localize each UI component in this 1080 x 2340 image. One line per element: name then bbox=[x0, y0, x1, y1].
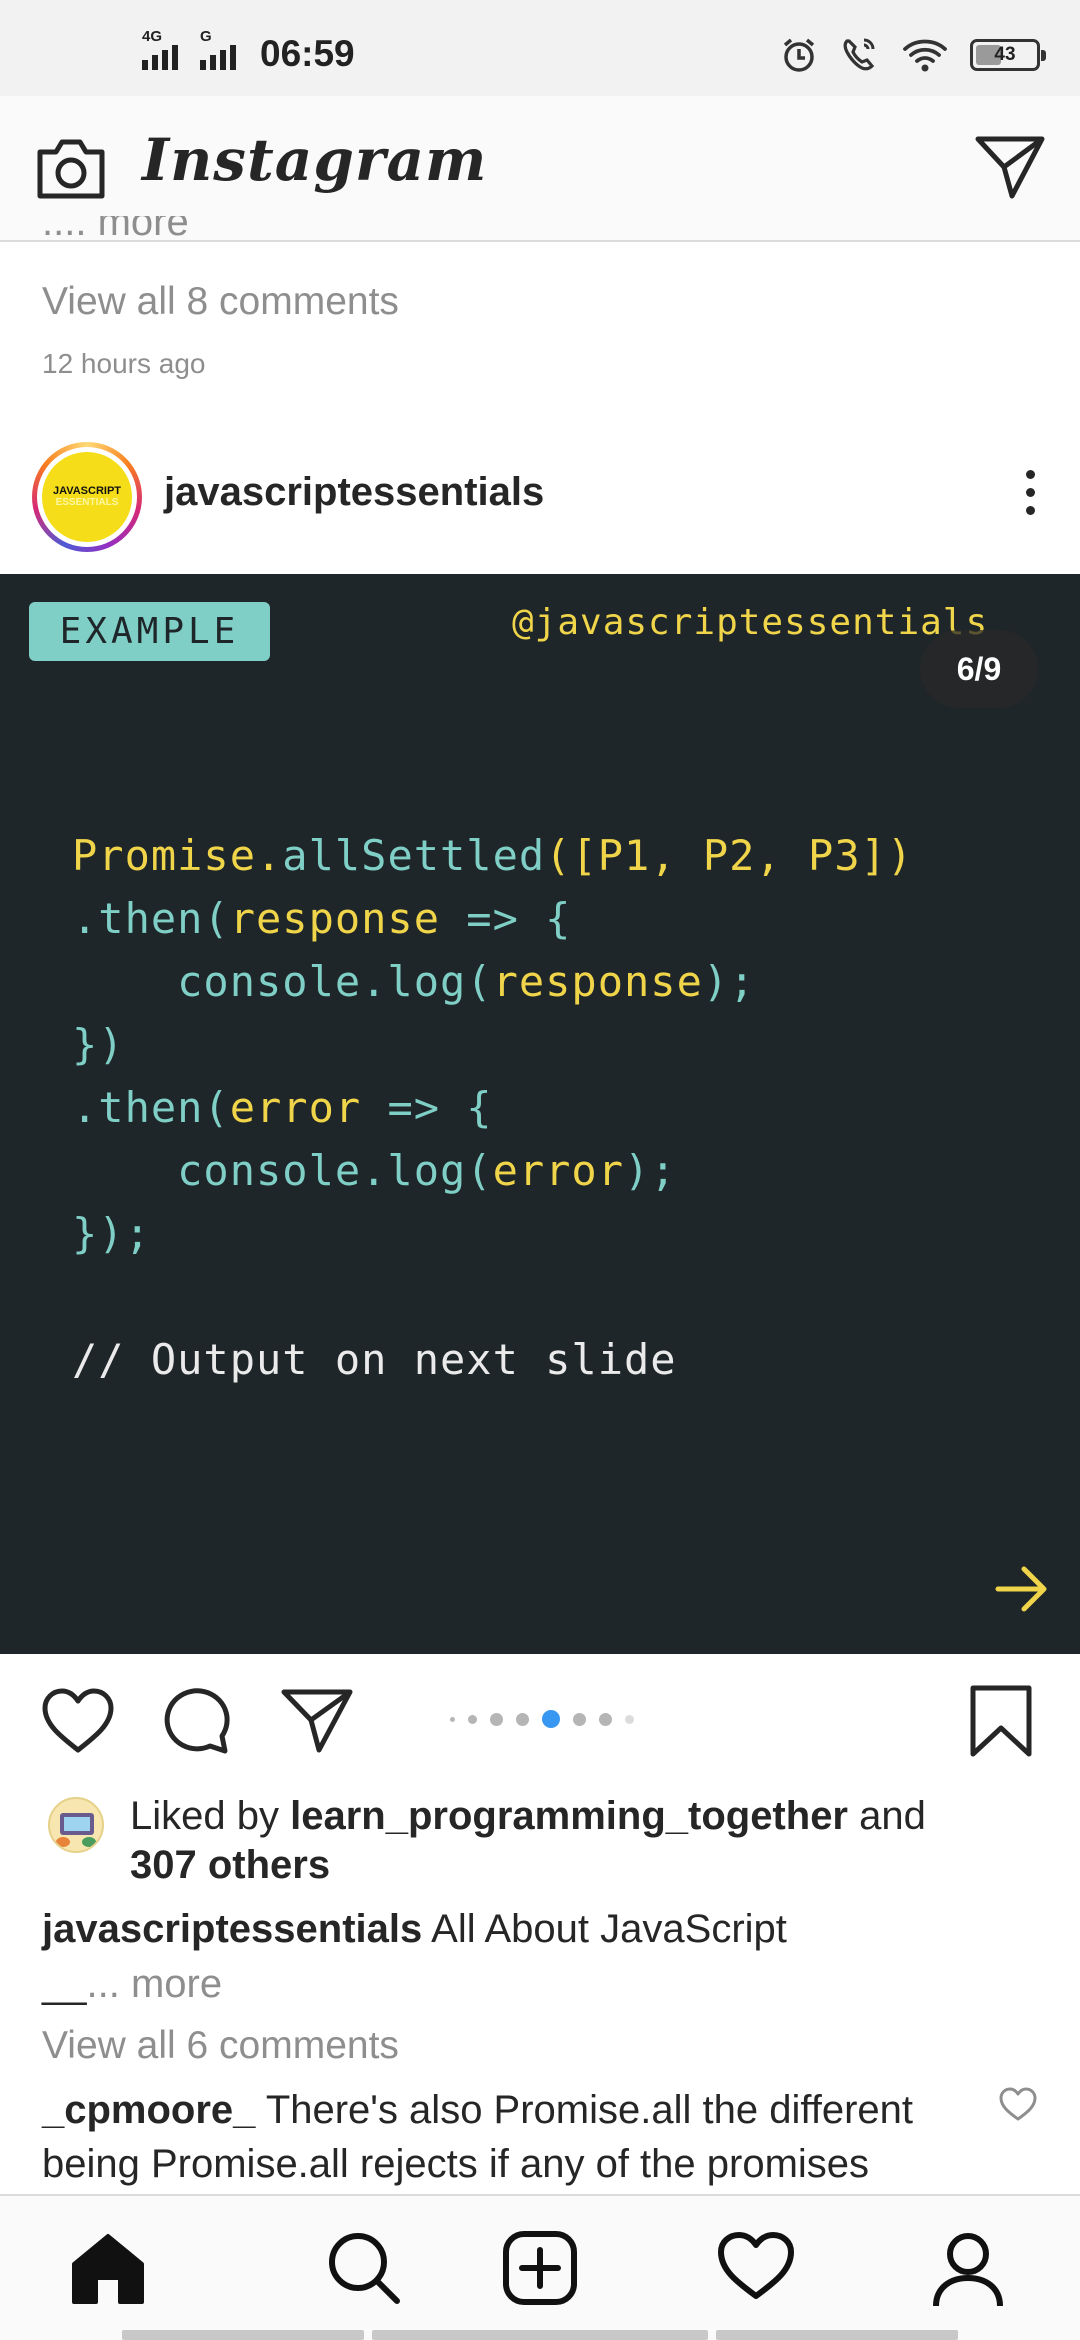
carousel-dot bbox=[516, 1712, 529, 1726]
comment-icon[interactable] bbox=[160, 1686, 232, 1756]
carousel-dot bbox=[599, 1712, 612, 1726]
view-all-comments-link[interactable]: View all 6 comments bbox=[42, 2024, 399, 2068]
code-line: Promise.allSettled([P1, P2, P3]) bbox=[72, 824, 913, 887]
new-post-icon[interactable] bbox=[502, 2230, 578, 2306]
code-token: }); bbox=[72, 1209, 151, 1258]
post-username[interactable]: javascriptessentials bbox=[164, 470, 544, 515]
caption-text: All About JavaScript bbox=[431, 1907, 787, 1951]
example-tag: EXAMPLE bbox=[29, 602, 270, 661]
code-token: ); bbox=[624, 1146, 677, 1195]
code-token: console.log( bbox=[72, 1146, 493, 1195]
code-line: console.log(error); bbox=[72, 1139, 913, 1202]
code-block: Promise.allSettled([P1, P2, P3]) .then(re… bbox=[72, 824, 913, 1391]
likes-connector: and bbox=[859, 1794, 926, 1838]
code-token: response bbox=[492, 957, 703, 1006]
like-heart-icon[interactable] bbox=[40, 1686, 116, 1756]
post-caption: javascriptessentials All About JavaScrip… bbox=[42, 1902, 1022, 2012]
code-line: console.log(response); bbox=[72, 950, 913, 1013]
code-line: }); bbox=[72, 1202, 913, 1265]
code-token: => { bbox=[466, 894, 572, 943]
code-line: .then(error => { bbox=[72, 1076, 913, 1139]
battery-percentage: 43 bbox=[994, 44, 1016, 65]
cellular-signal-4g-icon: 4G bbox=[142, 28, 190, 74]
liker-avatar[interactable] bbox=[48, 1797, 104, 1853]
likes-summary[interactable]: Liked by learn_programming_together and … bbox=[130, 1792, 1030, 1890]
avatar-subtext: ESSENTIALS bbox=[55, 497, 119, 508]
likes-prefix: Liked by bbox=[130, 1794, 279, 1838]
post-avatar[interactable]: JAVASCRIPT ESSENTIALS bbox=[32, 442, 142, 552]
status-time: 06:59 bbox=[260, 33, 355, 74]
post-actions bbox=[0, 1676, 1080, 1766]
carousel-dot bbox=[573, 1712, 586, 1726]
gesture-bar-left bbox=[122, 2330, 364, 2340]
liker-username[interactable]: learn_programming_together bbox=[290, 1794, 848, 1838]
caption-more-link[interactable]: ... more bbox=[87, 1962, 223, 2006]
avatar-text: JAVASCRIPT bbox=[52, 485, 122, 497]
slide-handle: @javascriptessentials bbox=[512, 602, 989, 643]
gesture-bar-right bbox=[716, 2330, 958, 2340]
code-token: response bbox=[229, 894, 467, 943]
code-token: error bbox=[492, 1146, 625, 1195]
carousel-dot bbox=[450, 1716, 455, 1722]
share-icon[interactable] bbox=[280, 1686, 354, 1756]
comment-like-heart-icon[interactable] bbox=[998, 2086, 1038, 2122]
more-options-icon[interactable] bbox=[1020, 470, 1040, 522]
carousel-dot-active bbox=[542, 1710, 560, 1728]
code-token: }) bbox=[72, 1020, 125, 1069]
save-bookmark-icon[interactable] bbox=[968, 1684, 1034, 1758]
camera-icon[interactable] bbox=[34, 136, 108, 202]
comment-username[interactable]: _cpmoore_ bbox=[42, 2088, 255, 2132]
comment-preview: _cpmoore_ There's also Promise.all the d… bbox=[42, 2083, 972, 2191]
battery-icon: 43 bbox=[970, 39, 1046, 71]
search-icon[interactable] bbox=[326, 2230, 402, 2306]
code-line: // Output on next slide bbox=[72, 1328, 913, 1391]
home-icon[interactable] bbox=[68, 2230, 148, 2306]
previous-post-time: 12 hours ago bbox=[42, 348, 206, 379]
carousel-indicator bbox=[450, 1710, 634, 1728]
carousel-dot bbox=[468, 1714, 477, 1724]
code-token: => { bbox=[387, 1083, 493, 1132]
caption-username[interactable]: javascriptessentials bbox=[42, 1907, 422, 1951]
gesture-bar-center bbox=[372, 2330, 708, 2340]
alarm-icon bbox=[783, 38, 815, 72]
previous-view-comments-link[interactable]: View all 8 comments bbox=[42, 280, 399, 324]
code-token: ); bbox=[702, 957, 756, 1006]
previous-caption-more[interactable]: .... more bbox=[42, 216, 189, 242]
profile-icon[interactable] bbox=[930, 2230, 1006, 2308]
caption-second-line: __ bbox=[42, 1962, 87, 2006]
code-line: }) bbox=[72, 1013, 913, 1076]
arrow-right-icon bbox=[995, 1566, 1047, 1612]
status-right: 43 bbox=[780, 36, 1046, 74]
code-token: Promise. bbox=[72, 831, 283, 880]
bottom-navigation bbox=[0, 2194, 1080, 2340]
post-carousel-slide[interactable]: EXAMPLE @javascriptessentials 6/9 Promis… bbox=[0, 574, 1080, 1654]
code-token: .then( bbox=[72, 894, 230, 943]
carousel-dot bbox=[490, 1712, 503, 1726]
direct-message-icon[interactable] bbox=[974, 134, 1046, 200]
status-bar: 4G G 06:59 43 bbox=[0, 0, 1080, 96]
app-logo: Instagram bbox=[142, 126, 488, 194]
status-left: 4G G 06:59 bbox=[142, 28, 355, 74]
code-token: error bbox=[229, 1083, 388, 1132]
wifi-icon bbox=[903, 39, 947, 72]
code-line: .then(response => { bbox=[72, 887, 913, 950]
code-token: allSettled bbox=[282, 831, 546, 880]
code-token: ([P1, P2, P3]) bbox=[545, 831, 914, 880]
code-token: console.log( bbox=[72, 957, 493, 1006]
code-token: .then( bbox=[72, 1083, 230, 1132]
activity-icon[interactable] bbox=[716, 2230, 796, 2302]
likes-count[interactable]: 307 others bbox=[130, 1843, 330, 1887]
slide-counter: 6/9 bbox=[920, 630, 1038, 708]
code-token: // Output on next slide bbox=[72, 1335, 677, 1384]
cellular-signal-g-icon: G bbox=[200, 28, 248, 74]
carousel-dot bbox=[625, 1714, 634, 1724]
wifi-call-icon bbox=[843, 38, 875, 71]
